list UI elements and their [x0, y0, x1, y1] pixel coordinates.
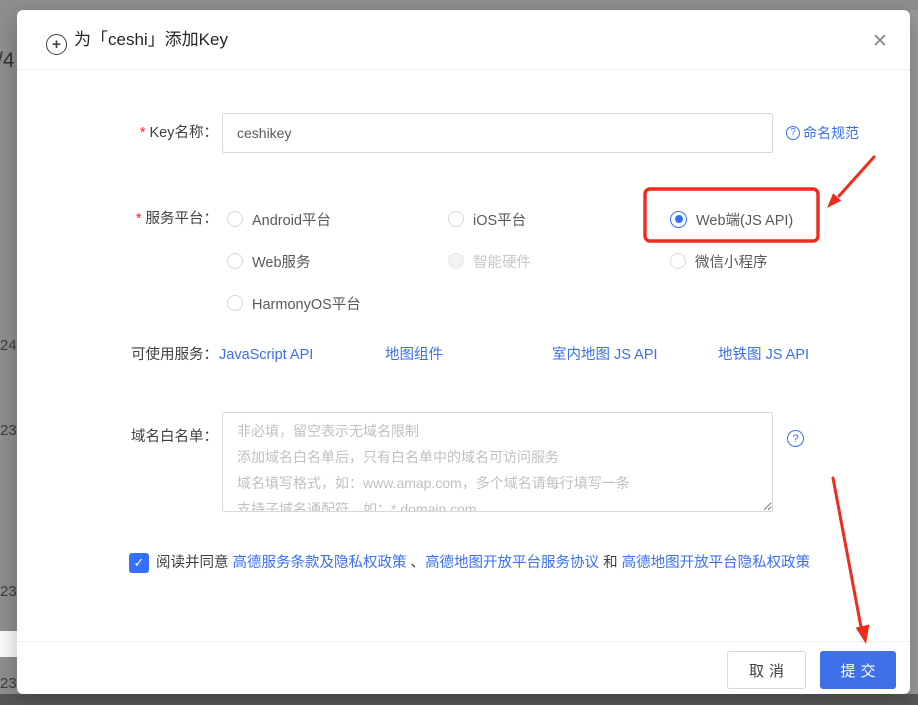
- radio-circle-icon: [448, 211, 464, 227]
- agreement-row: ✓ 阅读并同意 高德服务条款及隐私权政策 、高德地图开放平台服务协议 和 高德地…: [17, 543, 910, 583]
- services-label: 可使用服务：: [17, 335, 218, 375]
- service-link-map-component[interactable]: 地图组件: [385, 335, 443, 375]
- radio-wechat-miniprogram[interactable]: 微信小程序: [670, 241, 768, 281]
- key-name-input[interactable]: [222, 113, 773, 153]
- check-icon: ✓: [134, 555, 145, 571]
- radio-circle-icon: [227, 211, 243, 227]
- radio-harmonyos[interactable]: HarmonyOS平台: [227, 283, 361, 323]
- bg-row-fragment: [0, 631, 17, 657]
- cancel-button[interactable]: 取消: [727, 651, 806, 689]
- submit-button[interactable]: 提交: [820, 651, 896, 689]
- terms-link-1[interactable]: 高德服务条款及隐私权政策: [233, 555, 407, 571]
- circle-plus-icon: +: [46, 34, 67, 55]
- screen: /4 24 23 23 23 + 为「ceshi」添加Key ✕ *Key名称：…: [0, 0, 918, 705]
- footer-divider: [17, 641, 910, 642]
- radio-smart-hardware: 智能硬件: [448, 241, 531, 281]
- domain-whitelist-textarea[interactable]: [222, 412, 773, 512]
- radio-circle-icon: [448, 253, 464, 269]
- radio-label: Web端(JS API): [696, 209, 793, 230]
- overlay-bottom: [0, 694, 918, 705]
- naming-rules-link[interactable]: ? 命名规范: [786, 113, 859, 153]
- radio-label: Android平台: [252, 209, 331, 230]
- bg-text-fragment: 23: [0, 584, 17, 599]
- bg-text-fragment: /4: [0, 50, 15, 71]
- radio-label: 智能硬件: [473, 251, 531, 272]
- add-key-dialog: + 为「ceshi」添加Key ✕ *Key名称： ? 命名规范 *服务平台： …: [17, 10, 910, 694]
- radio-circle-icon: [670, 253, 686, 269]
- service-link-indoor-map[interactable]: 室内地图 JS API: [552, 335, 658, 375]
- bg-text-fragment: 23: [0, 676, 17, 691]
- terms-link-2[interactable]: 高德地图开放平台服务协议: [425, 555, 599, 571]
- key-name-label: *Key名称：: [17, 113, 218, 153]
- radio-android[interactable]: Android平台: [227, 199, 331, 239]
- required-mark: *: [140, 125, 146, 141]
- required-mark: *: [136, 211, 142, 227]
- radio-label: Web服务: [252, 251, 311, 272]
- radio-web-js-api[interactable]: Web端(JS API): [670, 199, 793, 239]
- naming-rules-label: 命名规范: [803, 123, 859, 143]
- service-link-subway-map[interactable]: 地铁图 JS API: [718, 335, 809, 375]
- dialog-header: + 为「ceshi」添加Key ✕: [17, 10, 910, 70]
- radio-web-service[interactable]: Web服务: [227, 241, 311, 281]
- radio-ios[interactable]: iOS平台: [448, 199, 526, 239]
- close-icon[interactable]: ✕: [869, 30, 891, 52]
- radio-circle-icon: [227, 295, 243, 311]
- overlay-left: /4 24 23 23 23: [0, 10, 17, 694]
- platform-label: *服务平台：: [17, 199, 218, 239]
- agreement-text: 阅读并同意 高德服务条款及隐私权政策 、高德地图开放平台服务协议 和 高德地图开…: [156, 543, 810, 583]
- whitelist-label: 域名白名单：: [17, 422, 218, 452]
- question-circle-icon[interactable]: ?: [787, 430, 804, 447]
- dialog-title: 为「ceshi」添加Key: [74, 10, 228, 70]
- bg-text-fragment: 23: [0, 423, 17, 438]
- overlay-right: [910, 10, 918, 694]
- terms-link-3[interactable]: 高德地图开放平台隐私权政策: [622, 555, 811, 571]
- radio-circle-icon: [227, 253, 243, 269]
- radio-label: HarmonyOS平台: [252, 293, 361, 314]
- overlay-top: [0, 0, 918, 10]
- question-circle-icon: ?: [786, 126, 800, 140]
- service-link-javascript-api[interactable]: JavaScript API: [219, 335, 313, 375]
- radio-circle-icon: [670, 211, 687, 228]
- radio-label: iOS平台: [473, 209, 526, 230]
- radio-label: 微信小程序: [695, 251, 768, 272]
- bg-text-fragment: 24: [0, 338, 17, 353]
- agreement-checkbox[interactable]: ✓: [129, 553, 149, 573]
